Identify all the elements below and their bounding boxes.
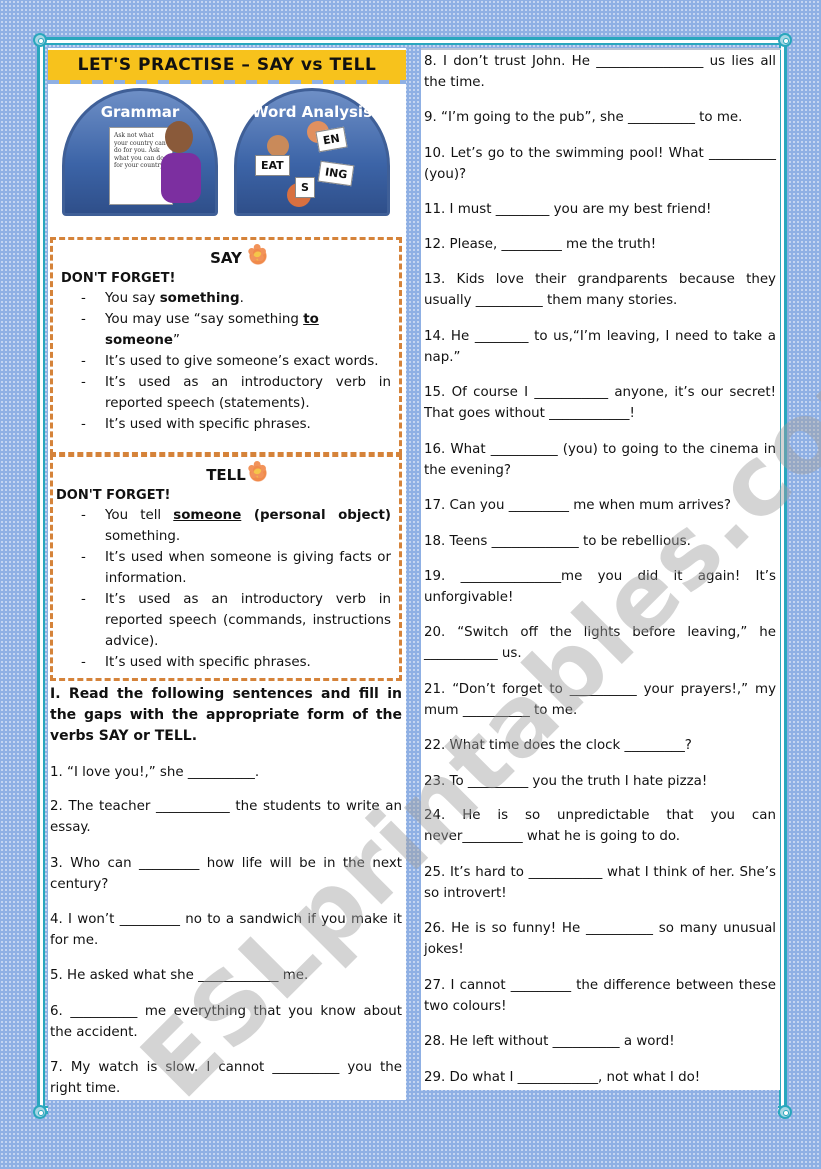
exercise-sentence: 2. The teacher ___________ the students …	[50, 799, 402, 835]
exercise-sentence: 18. Teens _____________ to be rebellious…	[424, 534, 691, 549]
exercise-sentence: 1. “I love you!,” she __________.	[50, 765, 260, 780]
say-rule: It’s used as an introductory verb in rep…	[77, 372, 391, 414]
corner-ornament-icon	[33, 33, 47, 47]
exercise-sentence: 21. “Don’t forget to __________ your pra…	[424, 682, 776, 718]
bottom-band	[48, 1100, 778, 1121]
worksheet-title: LET'S PRACTISE – SAY vs TELL	[48, 50, 406, 84]
exercise-sentence: 26. He is so funny! He __________ so man…	[424, 921, 776, 957]
word-analysis-image: Word Analysis EAT ING EN S	[234, 88, 390, 216]
say-rule: It’s used with specific phrases.	[77, 414, 391, 435]
word-card: EAT	[255, 155, 290, 176]
exercise-sentence: 8. I don’t trust John. He ______________…	[424, 54, 776, 90]
exercise-sentence: 27. I cannot _________ the difference be…	[424, 978, 776, 1014]
exercise-sentence: 19. _______________me you did it again! …	[424, 569, 776, 605]
say-rule: You say something.	[77, 288, 391, 309]
boy-illustration	[165, 121, 193, 153]
header-images: Grammar Ask not what your country can do…	[62, 88, 392, 218]
exercise-sentence: 3. Who can _________ how life will be in…	[50, 856, 402, 892]
flower-icon	[247, 241, 269, 267]
exercise-sentence: 9. “I’m going to the pub”, she _________…	[424, 110, 743, 125]
exercise-sentence: 14. He ________ to us,“I’m leaving, I ne…	[424, 329, 776, 365]
exercise-sentence: 5. He asked what she ____________ me.	[50, 968, 309, 983]
say-heading: SAY	[210, 249, 242, 267]
grammar-image: Grammar Ask not what your country can do…	[62, 88, 218, 216]
word-card: S	[295, 177, 315, 198]
say-reminder: DON'T FORGET!	[61, 271, 176, 286]
exercise-sentence: 17. Can you _________ me when mum arrive…	[424, 498, 731, 513]
say-heading-row: SAY	[53, 241, 399, 267]
grammar-label: Grammar	[100, 103, 180, 121]
exercise-sentence: 11. I must ________ you are my best frie…	[424, 202, 712, 217]
tell-rule: It’s used when someone is giving facts o…	[77, 547, 391, 589]
word-card: ING	[317, 160, 355, 187]
exercise-sentence: 6. __________ me everything that you kno…	[50, 1004, 402, 1040]
exercise-sentence: 22. What time does the clock _________?	[424, 738, 692, 753]
say-rule: It’s used to give someone’s exact words.	[77, 351, 391, 372]
exercise-sentence: 24. He is so unpredictable that you can …	[424, 808, 776, 844]
corner-ornament-icon	[33, 1105, 47, 1119]
tell-rule: It’s used with specific phrases.	[77, 652, 391, 673]
exercise-sentence: 10. Let’s go to the swimming pool! What …	[424, 146, 776, 182]
tell-heading: TELL	[206, 466, 246, 484]
exercise-sentence: 13. Kids love their grandparents because…	[424, 272, 776, 308]
exercise-sentence: 7. My watch is slow. I cannot __________…	[50, 1060, 402, 1096]
right-column-top-rule	[421, 44, 781, 50]
exercise-sentence: 4. I won’t _________ no to a sandwich if…	[50, 912, 402, 948]
exercise-sentence: 20. “Switch off the lights before leavin…	[424, 625, 776, 661]
exercise-sentence: 12. Please, _________ me the truth!	[424, 237, 657, 252]
say-rules-box: SAY DON'T FORGET! You say something. You…	[50, 237, 402, 455]
tell-rules-box: TELL DON'T FORGET! You tell someone (per…	[50, 454, 402, 681]
word-analysis-label: Word Analysis	[252, 103, 372, 121]
exercise-sentence: 25. It’s hard to ___________ what I thin…	[424, 865, 776, 901]
tell-reminder: DON'T FORGET!	[56, 488, 171, 503]
flower-icon	[247, 458, 269, 484]
boy-shirt-illustration	[161, 153, 201, 203]
exercise-sentence: 15. Of course I ___________ anyone, it’s…	[424, 385, 776, 421]
exercise-sentence: 23. To _________ you the truth I hate pi…	[424, 774, 708, 789]
tell-heading-row: TELL	[53, 458, 399, 484]
exercise-sentence: 16. What __________ (you) to going to th…	[424, 442, 776, 478]
corner-ornament-icon	[778, 1105, 792, 1119]
word-card: EN	[315, 126, 348, 153]
exercise-instructions: I. Read the following sentences and fill…	[50, 686, 402, 744]
exercise-sentence: 28. He left without __________ a word!	[424, 1034, 675, 1049]
tell-rule: You tell someone (personal object) somet…	[77, 505, 391, 547]
exercise-sentence: 29. Do what I ____________, not what I d…	[424, 1070, 701, 1085]
say-rules-list: You say something. You may use “say some…	[53, 288, 399, 435]
tell-rules-list: You tell someone (personal object) somet…	[53, 505, 399, 673]
say-rule: You may use “say something to someone”	[77, 309, 391, 351]
child-illustration	[267, 135, 289, 157]
tell-rule: It’s used as an introductory verb in rep…	[77, 589, 391, 652]
